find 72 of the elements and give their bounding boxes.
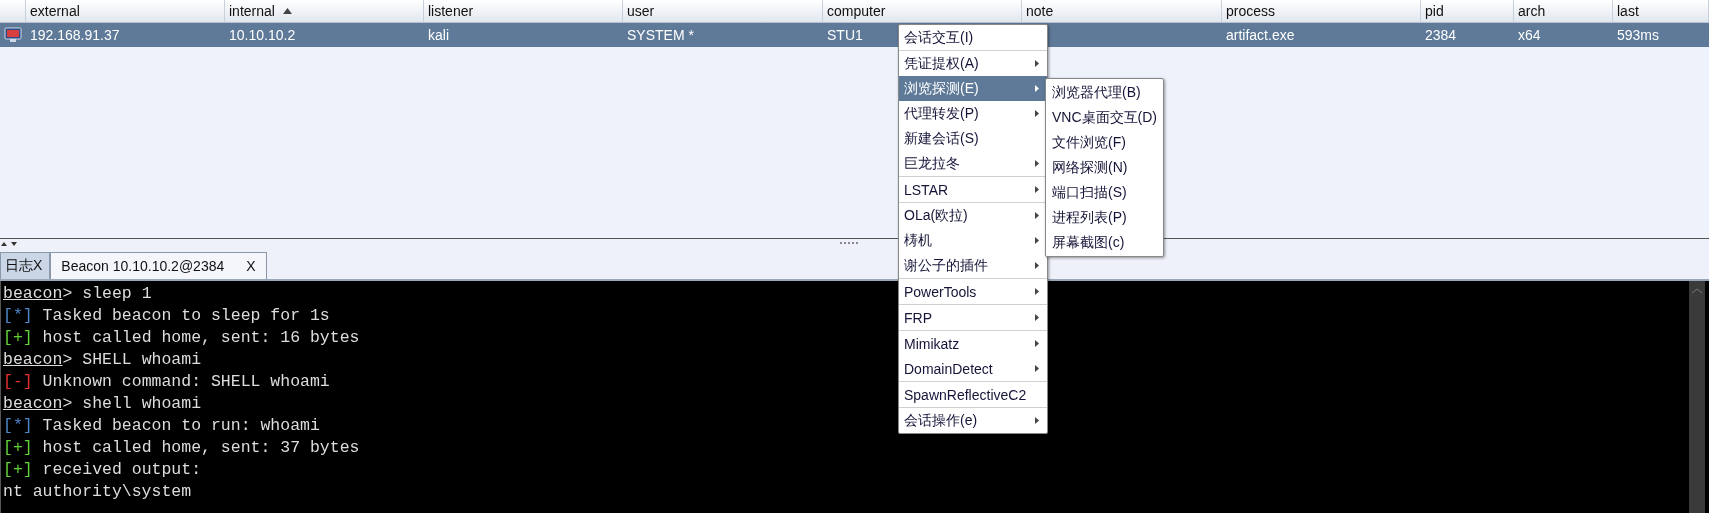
column-header[interactable]: last [1613,0,1709,22]
submenu-arrow-icon [1035,262,1039,269]
table-cell: 10.10.10.2 [229,27,296,43]
collapse-arrows-icon[interactable] [1,241,19,247]
column-header[interactable]: pid [1421,0,1514,22]
submenu-arrow-icon [1035,186,1039,193]
submenu-arrow-icon [1035,212,1039,219]
column-header[interactable]: computer [823,0,1022,22]
table-cell: STU1 [827,27,863,43]
console-line: nt authority\system [2,481,192,503]
menu-item[interactable]: 新建会话(S) [899,126,1047,151]
console-line: beacon> sleep 1 [2,283,152,305]
column-header[interactable]: process [1222,0,1421,22]
menu-item[interactable]: 凭证提权(A) [899,51,1047,76]
table-cell: 192.168.91.37 [30,27,120,43]
submenu-arrow-icon [1035,85,1039,92]
submenu-arrow-icon [1035,365,1039,372]
submenu-arrow-icon [1035,160,1039,167]
table-cell: SYSTEM * [627,27,694,43]
console-line: beacon> SHELL whoami [2,349,202,371]
menu-item[interactable]: 会话操作(e) [899,408,1047,433]
menu-item[interactable]: 进程列表(P) [1046,205,1163,230]
table-cell: 593ms [1617,27,1660,43]
menu-item[interactable]: SpawnReflectiveC2 [899,382,1047,407]
column-header[interactable]: note [1022,0,1222,22]
console-line: [+] host called home, sent: 16 bytes [2,327,360,349]
console-line: [+] received output: [2,459,202,481]
menu-item[interactable]: 文件浏览(F) [1046,130,1163,155]
tab[interactable]: Beacon 10.10.10.2@2384 X [50,252,267,279]
column-header[interactable]: user [623,0,823,22]
menu-item[interactable]: 代理转发(P) [899,101,1047,126]
submenu-arrow-icon [1035,237,1039,244]
submenu-arrow-icon [1035,288,1039,295]
menu-item[interactable]: LSTAR [899,177,1047,202]
submenu-arrow-icon [1035,340,1039,347]
column-header[interactable]: arch [1514,0,1613,22]
table-cell: kali [428,27,449,43]
menu-item[interactable]: DomainDetect [899,356,1047,381]
grip-icon[interactable] [840,242,858,246]
column-header[interactable]: external [26,0,225,22]
table-cell: x64 [1518,27,1541,43]
menu-item[interactable]: 会话交互(I) [899,25,1047,50]
tab[interactable]: 日志X [0,252,51,279]
menu-item[interactable]: 浏览器代理(B) [1046,80,1163,105]
console-line: beacon> shell whoami [2,393,202,415]
menu-item[interactable]: VNC桌面交互(D) [1046,105,1163,130]
menu-item[interactable]: 梼机 [899,228,1047,253]
table-cell: 2384 [1425,27,1457,43]
scrollbar[interactable] [1689,281,1705,513]
scroll-up-icon[interactable] [1691,287,1703,295]
menu-item[interactable]: 巨龙拉冬 [899,151,1047,176]
menu-item[interactable]: 端口扫描(S) [1046,180,1163,205]
console-line: [*] Tasked beacon to sleep for 1s [2,305,330,327]
column-header[interactable]: internal [225,0,424,22]
console-line: [-] Unknown command: SHELL whoami [2,371,330,393]
console-line: [*] Tasked beacon to run: whoami [2,415,320,437]
menu-item[interactable]: 网络探测(N) [1046,155,1163,180]
submenu-arrow-icon [1035,110,1039,117]
menu-item[interactable]: 谢公子的插件 [899,253,1047,278]
computer-icon [4,27,22,43]
menu-item[interactable]: Mimikatz [899,331,1047,356]
menu-item[interactable]: 浏览探测(E) [899,76,1047,101]
submenu-arrow-icon [1035,314,1039,321]
column-header[interactable]: listener [424,0,623,22]
menu-item[interactable]: OLa(欧拉) [899,203,1047,228]
console-line: [+] host called home, sent: 37 bytes [2,437,360,459]
table-cell: artifact.exe [1226,27,1295,43]
menu-item[interactable]: FRP [899,305,1047,330]
menu-item[interactable]: PowerTools [899,279,1047,304]
menu-item[interactable]: 屏幕截图(c) [1046,230,1163,255]
submenu-arrow-icon [1035,417,1039,424]
submenu-arrow-icon [1035,60,1039,67]
